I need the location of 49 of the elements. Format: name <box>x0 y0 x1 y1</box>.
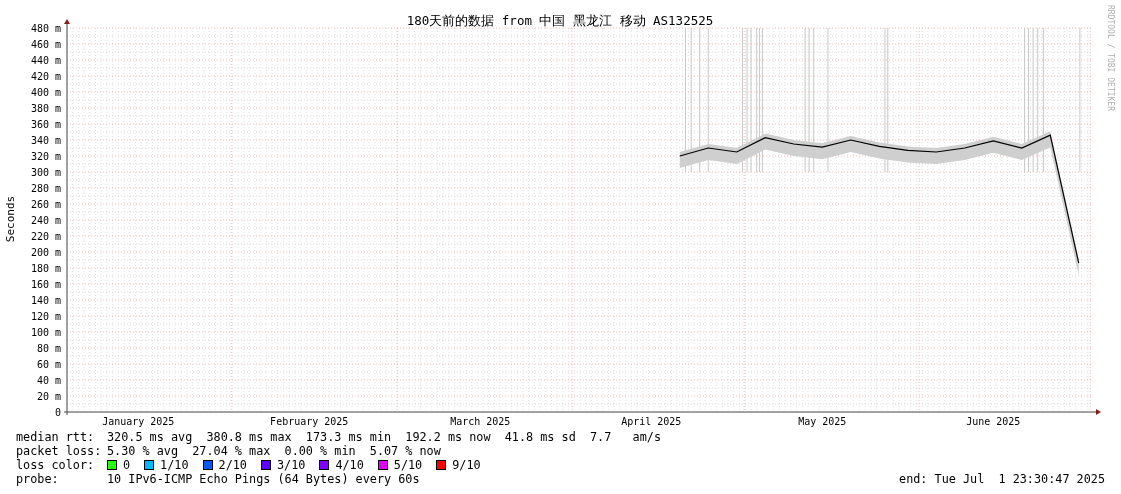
stat-values: 320.5 ms avg 380.8 ms max 173.3 ms min 192.2 ms now 41.8 ms sd 7.7 am/s <box>107 430 661 444</box>
y-tick-label: 120 m <box>30 310 61 322</box>
legend-label: loss color: <box>16 458 96 472</box>
y-tick-label: 300 m <box>30 166 61 178</box>
credit-text: RRDTOOL / TOBI OETIKER <box>1106 5 1115 111</box>
stat-values: 5.30 % avg 27.04 % max 0.00 % min 5.07 % now <box>107 444 441 458</box>
y-tick-label: 20 m <box>36 390 61 402</box>
y-tick-label: 360 m <box>30 118 61 130</box>
x-tick-label: May 2025 <box>798 416 847 427</box>
y-tick-label: 40 m <box>36 374 61 386</box>
x-tick-label: March 2025 <box>450 416 511 427</box>
loss-color-label: 4/10 <box>335 458 364 472</box>
y-tick-label: 420 m <box>30 70 61 82</box>
loss-color-label: 0 <box>123 458 131 472</box>
y-tick-label: 100 m <box>30 326 61 338</box>
y-tick-label: 80 m <box>36 342 61 354</box>
y-tick-label: 0 <box>54 406 61 418</box>
y-tick-label: 220 m <box>30 230 61 242</box>
y-tick-label: 380 m <box>30 102 61 114</box>
probe-label: probe: <box>16 472 60 486</box>
chart-title: 180天前的数据 from 中国 黑龙江 移动 AS132525 <box>406 13 714 28</box>
stat-label: median rtt: <box>16 430 96 444</box>
x-tick-label: June 2025 <box>966 416 1021 427</box>
loss-color-label: 2/10 <box>218 458 247 472</box>
y-tick-label: 460 m <box>30 38 61 50</box>
y-tick-label: 280 m <box>30 182 61 194</box>
loss-color-label: 3/10 <box>276 458 306 472</box>
y-tick-label: 260 m <box>30 198 61 210</box>
stat-label: packet loss: <box>16 444 103 458</box>
y-tick-label: 320 m <box>30 150 61 162</box>
end-time: end: Tue Jul 1 23:30:47 2025 <box>899 472 1105 486</box>
y-tick-label: 180 m <box>30 262 61 274</box>
x-tick-label: April 2025 <box>621 416 682 427</box>
probe-text: 10 IPv6-ICMP Echo Pings (64 Bytes) every 60s <box>107 472 420 486</box>
y-tick-label: 340 m <box>30 134 61 146</box>
y-tick-label: 60 m <box>36 358 61 370</box>
y-tick-label: 140 m <box>30 294 61 306</box>
x-tick-label: February 2025 <box>270 416 349 427</box>
y-tick-label: 480 m <box>30 22 61 34</box>
y-tick-label: 440 m <box>30 54 61 66</box>
y-tick-label: 240 m <box>30 214 61 226</box>
y-tick-label: 400 m <box>30 86 61 98</box>
y-tick-label: 160 m <box>30 278 61 290</box>
y-tick-label: 200 m <box>30 246 61 258</box>
loss-color-label: 1/10 <box>160 458 189 472</box>
loss-color-label: 9/10 <box>452 458 481 472</box>
x-tick-label: January 2025 <box>102 416 175 427</box>
y-axis-label: Seconds <box>4 195 17 243</box>
loss-color-label: 5/10 <box>393 458 423 472</box>
